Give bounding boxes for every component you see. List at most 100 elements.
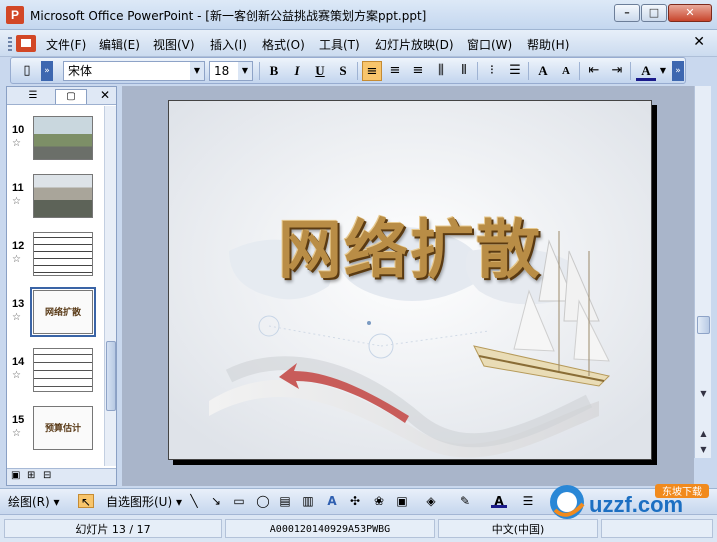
slide-image [33,116,93,160]
powerpoint-app-icon[interactable]: P [6,6,24,24]
menu-format[interactable]: 格式(O) [262,36,305,53]
slide-title[interactable]: 网络扩散 [169,199,651,291]
star-icon: ☆ [12,254,21,265]
rectangle-icon[interactable]: ▭ [231,494,247,508]
increase-indent-icon[interactable]: ⇥ [607,61,627,81]
menu-edit[interactable]: 编辑(E) [99,36,140,53]
draw-label: 绘图(R) [8,495,50,509]
new-slide-icon[interactable]: ▯ [17,61,37,81]
design-template-name: A000120140929A53PWBG [225,519,435,538]
font-size-combo[interactable]: 18 ▼ [209,61,253,81]
menu-help[interactable]: 帮助(H) [527,36,569,53]
previous-slide-icon[interactable]: ▲ [696,426,711,441]
menu-file[interactable]: 文件(F) [46,36,86,53]
decrease-font-icon[interactable]: A [556,61,576,81]
textbox-icon[interactable]: ▤ [277,494,293,508]
slide-thumbnail-15[interactable]: 15 ☆ 预算估计 [7,400,104,456]
minimize-button[interactable]: – [614,4,640,22]
align-center-icon[interactable]: ≡ [385,61,405,81]
slide-number: 12 [12,240,25,252]
slideshow-icon[interactable]: ⊟ [43,470,51,481]
align-left-icon[interactable]: ≡ [362,61,382,81]
slide-number: 15 [12,414,25,426]
font-color-icon[interactable]: A [636,61,656,81]
picture-icon[interactable]: ▣ [394,494,410,508]
toolbar-options-icon[interactable]: » [672,61,684,81]
distribute-icon[interactable]: ⫼ [431,61,451,81]
scroll-down-icon[interactable]: ▼ [696,386,711,401]
wordart-icon[interactable]: A [324,494,340,508]
menu-window[interactable]: 窗口(W) [467,36,512,53]
menu-insert[interactable]: 插入(I) [210,36,247,53]
slide-number: 11 [12,182,24,194]
normal-view-icon[interactable]: ▣ [11,470,20,481]
slide-image [33,348,93,392]
shadow-button[interactable]: S [333,61,353,81]
scrollbar-thumb[interactable] [106,341,116,411]
close-button[interactable]: ✕ [668,4,712,22]
slide-image [33,232,93,276]
tab-slides[interactable]: ▢ [55,89,87,104]
vertical-textbox-icon[interactable]: ▥ [300,494,316,508]
slide-editing-area: 网络扩散 [122,86,694,486]
document-icon[interactable] [16,35,36,52]
chevron-down-icon[interactable]: ▼ [238,62,252,80]
watermark-graphic: uzzf.com 东坡下载 [550,484,709,519]
next-slide-icon[interactable]: ▼ [696,442,711,457]
underline-button[interactable]: U [310,61,330,81]
menu-view[interactable]: 视图(V) [153,36,195,53]
line-color-icon[interactable]: ✎ [457,494,473,508]
font-color-icon[interactable]: A [491,494,507,508]
diagram-icon[interactable]: ✣ [347,494,363,508]
font-name-value: 宋体 [68,64,93,78]
arrow-icon[interactable]: ↘ [208,494,224,508]
menu-tools[interactable]: 工具(T) [319,36,360,53]
slide-thumbnail-11[interactable]: 11 ☆ [7,168,104,224]
line-style-icon[interactable]: ☰ [520,494,536,508]
slide-image: 网络扩散 [30,287,96,337]
autoshapes-button[interactable]: 自选图形(U) ▾ [106,493,182,510]
tab-outline[interactable]: ☰ [17,89,49,104]
decrease-indent-icon[interactable]: ⇤ [584,61,604,81]
numbering-icon[interactable]: ⁝ [482,61,502,81]
bullets-icon[interactable]: ☰ [505,61,525,81]
fill-color-icon[interactable]: ◈ [423,494,439,508]
slide-scrollbar[interactable]: ▼ ▲ ▼ [694,86,711,458]
bold-button[interactable]: B [264,61,284,81]
menu-slideshow[interactable]: 幻灯片放映(D) [375,36,454,53]
star-icon: ☆ [12,196,21,207]
toolbar-separator [630,62,631,80]
toolbar-grip-icon[interactable] [8,37,12,51]
scrollbar-thumb[interactable] [697,316,710,334]
slide-label: 网络扩散 [44,308,81,318]
select-pointer-icon[interactable]: ↖ [78,494,94,509]
current-slide[interactable]: 网络扩散 [168,100,652,460]
line-icon[interactable]: ╲ [186,494,202,508]
increase-font-icon[interactable]: A [533,61,553,81]
slides-panel: ☰ ▢ ✕ 10 ☆ 11 ☆ 12 ☆ 13 ☆ 网络扩散 14 ☆ 15 ☆… [6,86,117,486]
font-name-combo[interactable]: 宋体 ▼ [63,61,205,81]
chevron-down-icon[interactable]: ▼ [190,62,204,80]
columns-icon[interactable]: ⫴ [454,61,474,81]
oval-icon[interactable]: ◯ [255,494,271,508]
slide-sorter-icon[interactable]: ⊞ [27,470,35,481]
svg-text:东坡下载: 东坡下载 [662,485,702,498]
maximize-button[interactable]: □ [641,4,667,22]
draw-menu-button[interactable]: 绘图(R) ▾ [8,493,60,510]
toolbar-separator [528,62,529,80]
toolbar-options-icon[interactable]: » [41,61,53,81]
align-right-icon[interactable]: ≡ [408,61,428,81]
view-buttons: ▣ ⊞ ⊟ [7,468,116,485]
thumbnail-scrollbar[interactable] [104,106,116,466]
close-icon[interactable]: ✕ [100,88,110,102]
clipart-icon[interactable]: ❀ [371,494,387,508]
slide-thumbnail-12[interactable]: 12 ☆ [7,226,104,282]
chevron-down-icon[interactable]: ▼ [657,61,669,81]
slide-number: 14 [12,356,25,368]
slide-thumbnail-13[interactable]: 13 ☆ 网络扩散 [7,284,104,340]
document-close-icon[interactable]: ✕ [693,34,705,50]
toolbar-separator [357,62,358,80]
slide-thumbnail-14[interactable]: 14 ☆ [7,342,104,398]
italic-button[interactable]: I [287,61,307,81]
slide-thumbnail-10[interactable]: 10 ☆ [7,110,104,166]
